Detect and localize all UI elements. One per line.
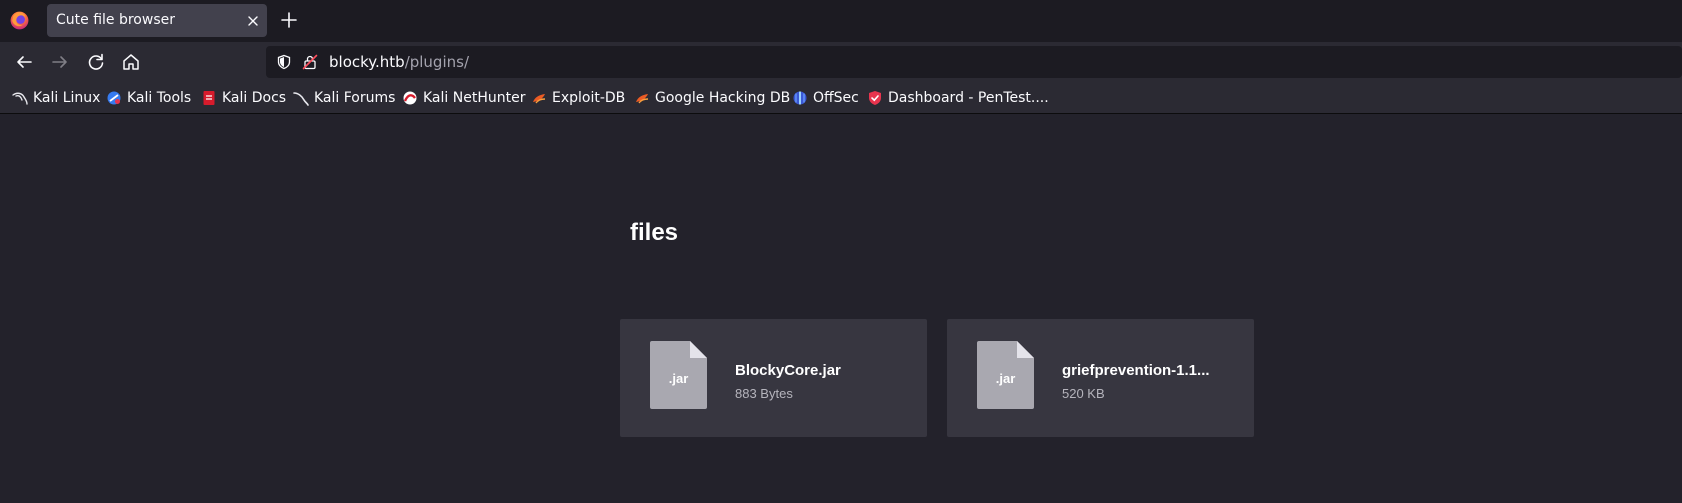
tab-title: Cute file browser [56,12,175,28]
bookmark-kali-tools[interactable]: Kali Tools [106,82,191,114]
bookmark-exploit-db[interactable]: Exploit-DB [531,82,625,114]
bookmark-kali-forums[interactable]: Kali Forums [293,82,395,114]
kali-docs-icon [203,91,215,105]
file-name: griefprevention-1.1... [1062,362,1210,379]
file-card-griefprevention[interactable]: .jar griefprevention-1.1... 520 KB [947,319,1254,437]
url-host: blocky.htb [329,53,405,71]
navigation-toolbar: blocky.htb/plugins/ [0,42,1682,82]
file-card-blockycore[interactable]: .jar BlockyCore.jar 883 Bytes [620,319,927,437]
file-name: BlockyCore.jar [735,362,841,379]
new-tab-plus-icon[interactable] [279,10,299,30]
kali-tools-icon [107,91,121,105]
file-size: 883 Bytes [735,386,793,401]
kali-dragon-icon [12,92,28,105]
tracking-protection-shield-icon[interactable] [276,54,292,70]
bookmarks-toolbar: Kali Linux Kali Tools Kali Docs Kali For… [0,82,1682,114]
nethunter-icon [403,91,417,105]
tab-cute-file-browser[interactable]: Cute file browser [47,4,267,37]
url-bar[interactable]: blocky.htb/plugins/ [266,46,1682,78]
bookmark-label: Kali Forums [314,90,396,106]
bookmark-label: Kali NetHunter [423,90,526,106]
back-arrow-icon[interactable] [13,51,35,73]
url-text[interactable]: blocky.htb/plugins/ [329,46,469,78]
page-title: files [630,219,679,246]
bookmark-google-hacking-db[interactable]: Google Hacking DB [634,82,790,114]
firefox-icon[interactable] [9,10,30,31]
file-size: 520 KB [1062,386,1105,401]
close-icon[interactable] [243,11,263,31]
bookmark-dashboard-pentest[interactable]: Dashboard - PenTest.... [867,82,1049,114]
bookmark-label: Dashboard - PenTest.... [888,90,1049,106]
bookmark-kali-nethunter[interactable]: Kali NetHunter [402,82,525,114]
home-icon[interactable] [120,51,142,73]
insecure-lock-icon[interactable] [302,54,318,70]
bookmark-kali-linux[interactable]: Kali Linux [12,82,100,114]
pentest-shield-icon [869,91,881,105]
offsec-icon [793,91,807,105]
bookmark-label: OffSec [813,90,859,106]
bookmark-label: Kali Docs [222,90,287,106]
bookmark-offsec[interactable]: OffSec [792,82,859,114]
reload-icon[interactable] [85,51,107,73]
url-path: /plugins/ [404,53,470,71]
forward-arrow-icon[interactable] [49,51,71,73]
exploit-db-icon [533,94,546,104]
ghdb-icon [636,94,649,104]
bookmark-label: Google Hacking DB [655,90,791,106]
bookmark-label: Kali Linux [33,90,101,106]
file-extension-label: .jar [668,371,689,386]
page-content: files .jar BlockyCore.jar 883 Bytes .jar… [0,115,1682,503]
kali-forums-icon [293,92,309,106]
bookmark-kali-docs[interactable]: Kali Docs [201,82,286,114]
bookmark-label: Kali Tools [127,90,192,106]
bookmark-label: Exploit-DB [552,90,626,106]
file-extension-label: .jar [995,371,1016,386]
tab-strip: Cute file browser [0,0,1682,42]
